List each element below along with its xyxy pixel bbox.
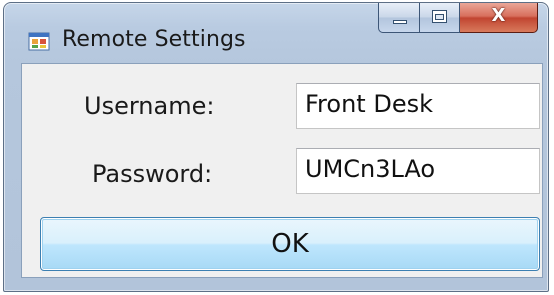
dialog-body: Username: Front Desk Password: UMCn3LAo … [21, 63, 543, 278]
window-title: Remote Settings [62, 27, 246, 52]
close-button[interactable]: X [460, 3, 538, 33]
close-icon: X [491, 5, 506, 26]
password-field[interactable]: UMCn3LAo [296, 148, 540, 194]
maximize-icon [432, 10, 447, 23]
username-label: Username: [84, 92, 215, 120]
caption-buttons: X [378, 3, 538, 33]
minimize-icon [393, 20, 407, 24]
minimize-button[interactable] [378, 3, 420, 33]
ok-button[interactable]: OK [40, 217, 540, 271]
title-bar[interactable]: Remote Settings X [4, 3, 548, 55]
maximize-button[interactable] [420, 3, 460, 33]
remote-settings-window: Remote Settings X Username: Front Desk P… [3, 2, 549, 292]
password-label: Password: [92, 160, 213, 188]
username-field[interactable]: Front Desk [296, 83, 540, 129]
app-icon [28, 32, 50, 51]
